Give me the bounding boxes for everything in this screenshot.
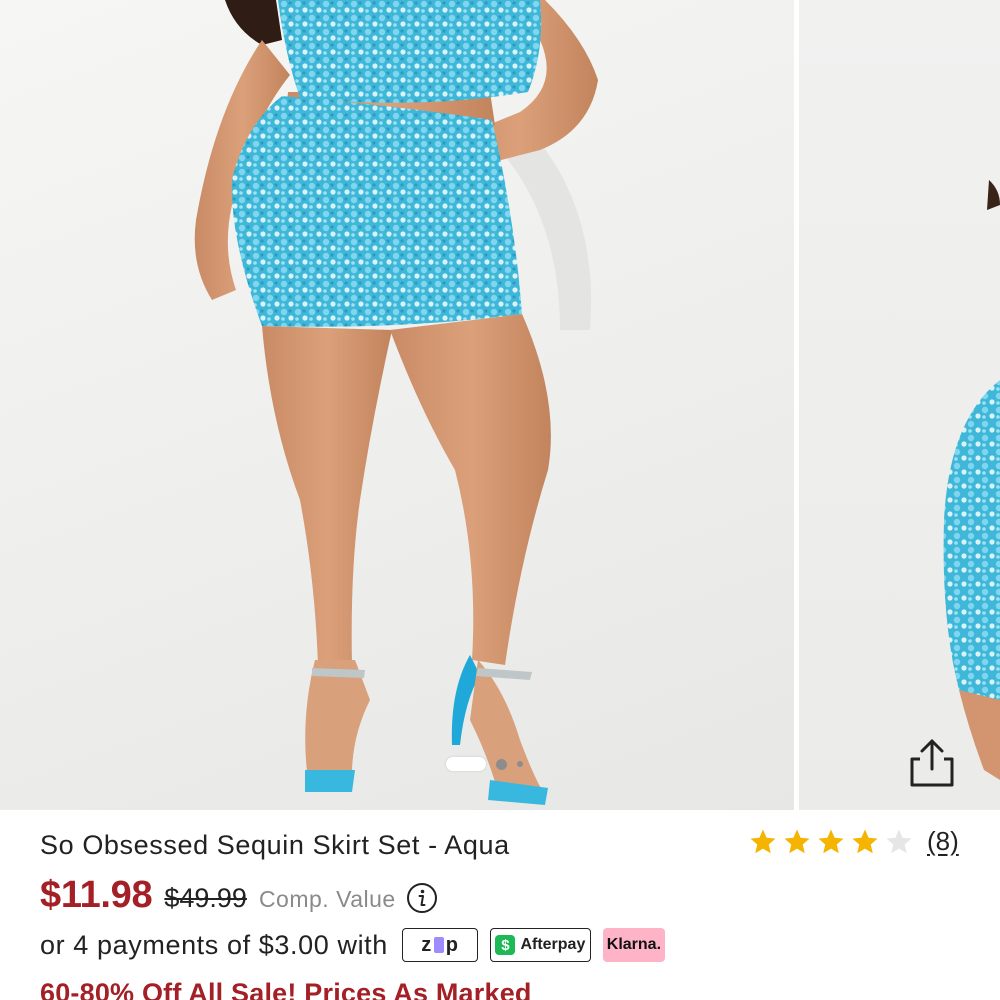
original-price: $49.99 <box>164 883 247 913</box>
star-filled-icon <box>852 829 878 853</box>
share-button[interactable] <box>904 735 960 791</box>
model-photo <box>194 0 598 805</box>
product-photo-next[interactable] <box>799 0 1000 810</box>
klarna-label: Klarna. <box>606 936 662 953</box>
review-count-link[interactable]: (8) <box>927 826 959 857</box>
afterpay-label: Afterpay <box>520 936 586 953</box>
zip-logo-text: z <box>421 933 432 956</box>
share-icon <box>910 739 954 787</box>
star-filled-icon <box>818 829 844 853</box>
model-photo-partial <box>943 180 1000 780</box>
star-filled-icon <box>784 829 810 853</box>
sale-price: $11.98 <box>40 874 153 916</box>
zip-badge[interactable]: zp <box>401 928 478 962</box>
product-info: So Obsessed Sequin Skirt Set - Aqua (8) … <box>0 810 1000 1000</box>
zip-i-mark <box>433 937 444 953</box>
star-filled-icon <box>750 829 776 853</box>
product-image-carousel[interactable] <box>0 0 1000 810</box>
product-rating[interactable]: (8) <box>748 826 959 857</box>
carousel-pagination[interactable] <box>446 757 523 771</box>
dollar-icon: $ <box>495 935 516 955</box>
carousel-dot-3[interactable] <box>517 761 523 767</box>
afterpay-badge[interactable]: $ Afterpay <box>489 928 591 962</box>
klarna-badge[interactable]: Klarna. <box>602 928 665 962</box>
star-empty-icon <box>886 829 912 853</box>
zip-logo-text-end: p <box>445 933 459 956</box>
star-rating <box>748 827 914 857</box>
carousel-dot-2[interactable] <box>496 758 507 770</box>
carousel-dot-1[interactable] <box>446 757 486 771</box>
installment-row: or 4 payments of $3.00 with zp $ Afterpa… <box>40 928 665 962</box>
product-photo-main[interactable] <box>0 0 794 810</box>
installment-text: or 4 payments of $3.00 with <box>40 929 388 960</box>
promo-banner: 60-80% Off All Sale! Prices As Marked <box>40 978 532 1000</box>
info-icon[interactable] <box>406 882 438 914</box>
price-row: $11.98 $49.99 Comp. Value <box>40 874 438 917</box>
product-title: So Obsessed Sequin Skirt Set - Aqua <box>40 830 510 860</box>
comp-value-label: Comp. Value <box>258 886 396 912</box>
